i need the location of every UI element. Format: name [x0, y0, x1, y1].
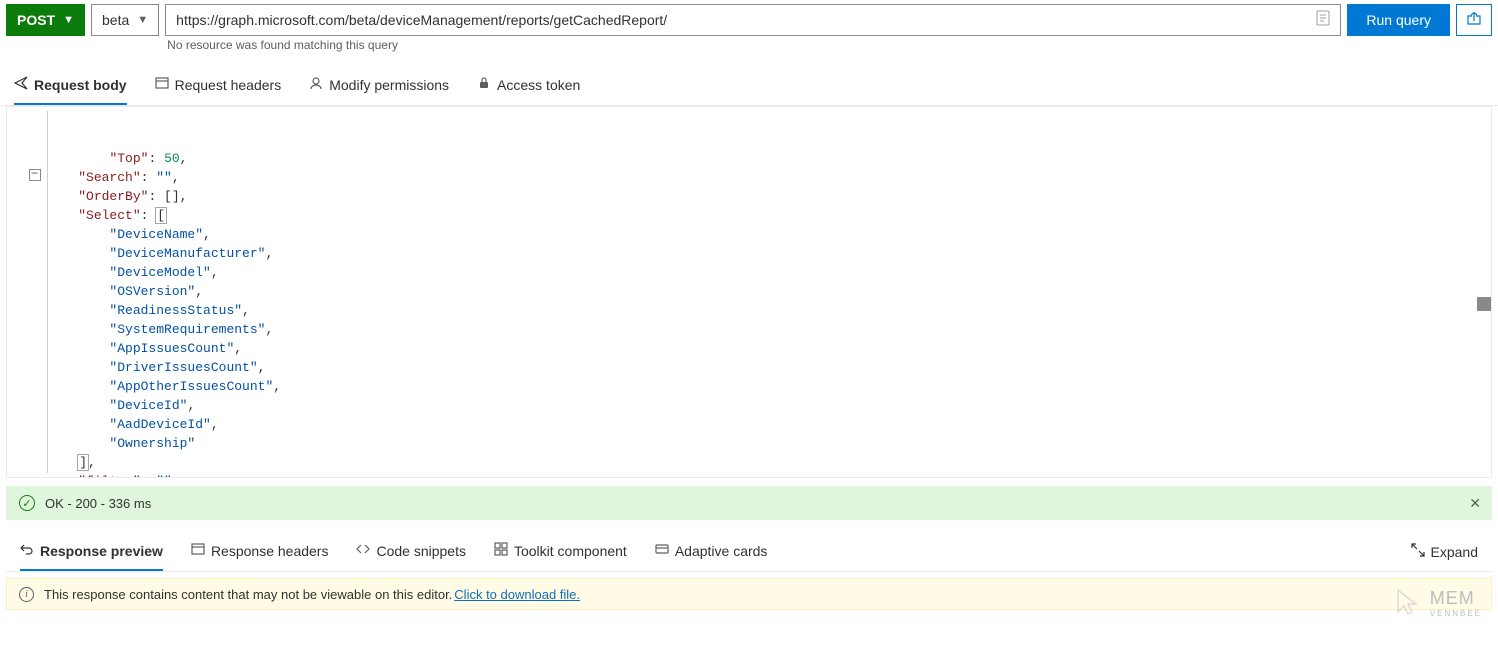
watermark-bottom: VENNBEE — [1430, 609, 1482, 618]
document-icon — [1306, 10, 1340, 30]
tab-label: Response headers — [211, 543, 329, 559]
permissions-icon — [309, 76, 323, 93]
cards-icon — [655, 542, 669, 559]
download-link[interactable]: Click to download file. — [454, 587, 580, 602]
tab-label: Code snippets — [376, 543, 466, 559]
chevron-down-icon: ▼ — [137, 14, 148, 26]
api-version-select[interactable]: beta ▼ — [91, 4, 159, 36]
tab-label: Response preview — [40, 543, 163, 559]
undo-icon — [20, 542, 34, 559]
expand-button[interactable]: Expand — [1411, 543, 1478, 570]
response-tabs: Response preview Response headers Code s… — [6, 528, 1492, 572]
toolkit-icon — [494, 542, 508, 559]
request-body-editor[interactable]: "Top": 50, "Search": "", "OrderBy": [], … — [6, 106, 1492, 478]
tab-response-headers[interactable]: Response headers — [191, 542, 329, 571]
tab-label: Adaptive cards — [675, 543, 768, 559]
editor-gutter — [7, 107, 47, 477]
request-url-box — [165, 4, 1341, 36]
tab-toolkit-component[interactable]: Toolkit component — [494, 542, 627, 571]
close-icon[interactable]: ✕ — [1469, 495, 1481, 512]
tab-request-body[interactable]: Request body — [14, 76, 127, 105]
headers-icon — [155, 76, 169, 93]
info-icon: i — [19, 587, 34, 602]
tab-adaptive-cards[interactable]: Adaptive cards — [655, 542, 768, 571]
share-button[interactable] — [1456, 4, 1492, 36]
http-method-label: POST — [17, 12, 55, 28]
api-version-label: beta — [102, 12, 129, 28]
tab-label: Request headers — [175, 77, 282, 93]
url-hint-text: No resource was found matching this quer… — [165, 36, 1341, 52]
headers-icon — [191, 542, 205, 559]
tab-modify-permissions[interactable]: Modify permissions — [309, 76, 449, 105]
request-url-input[interactable] — [166, 5, 1306, 35]
tab-label: Request body — [34, 77, 127, 93]
tab-response-preview[interactable]: Response preview — [20, 542, 163, 571]
success-icon: ✓ — [19, 495, 35, 511]
warning-text: This response contains content that may … — [44, 587, 452, 602]
request-tabs: Request body Request headers Modify perm… — [0, 64, 1498, 106]
fold-toggle[interactable] — [29, 169, 41, 181]
code-content[interactable]: "Top": 50, "Search": "", "OrderBy": [], … — [47, 107, 1491, 477]
tab-label: Toolkit component — [514, 543, 627, 559]
tab-label: Modify permissions — [329, 77, 449, 93]
tab-request-headers[interactable]: Request headers — [155, 76, 282, 105]
lock-icon — [477, 76, 491, 93]
code-icon — [356, 542, 370, 559]
status-bar: ✓ OK - 200 - 336 ms ✕ — [6, 486, 1492, 520]
expand-icon — [1411, 543, 1425, 560]
minimap-thumb[interactable] — [1477, 297, 1491, 311]
expand-label: Expand — [1431, 544, 1478, 560]
share-icon — [1466, 12, 1482, 28]
tab-label: Access token — [497, 77, 580, 93]
tab-access-token[interactable]: Access token — [477, 76, 580, 105]
run-query-button[interactable]: Run query — [1347, 4, 1450, 36]
tab-code-snippets[interactable]: Code snippets — [356, 542, 466, 571]
send-icon — [14, 76, 28, 93]
warning-bar: i This response contains content that ma… — [6, 578, 1492, 610]
status-text: OK - 200 - 336 ms — [45, 496, 151, 511]
http-method-select[interactable]: POST ▼ — [6, 4, 85, 36]
chevron-down-icon: ▼ — [63, 14, 74, 26]
